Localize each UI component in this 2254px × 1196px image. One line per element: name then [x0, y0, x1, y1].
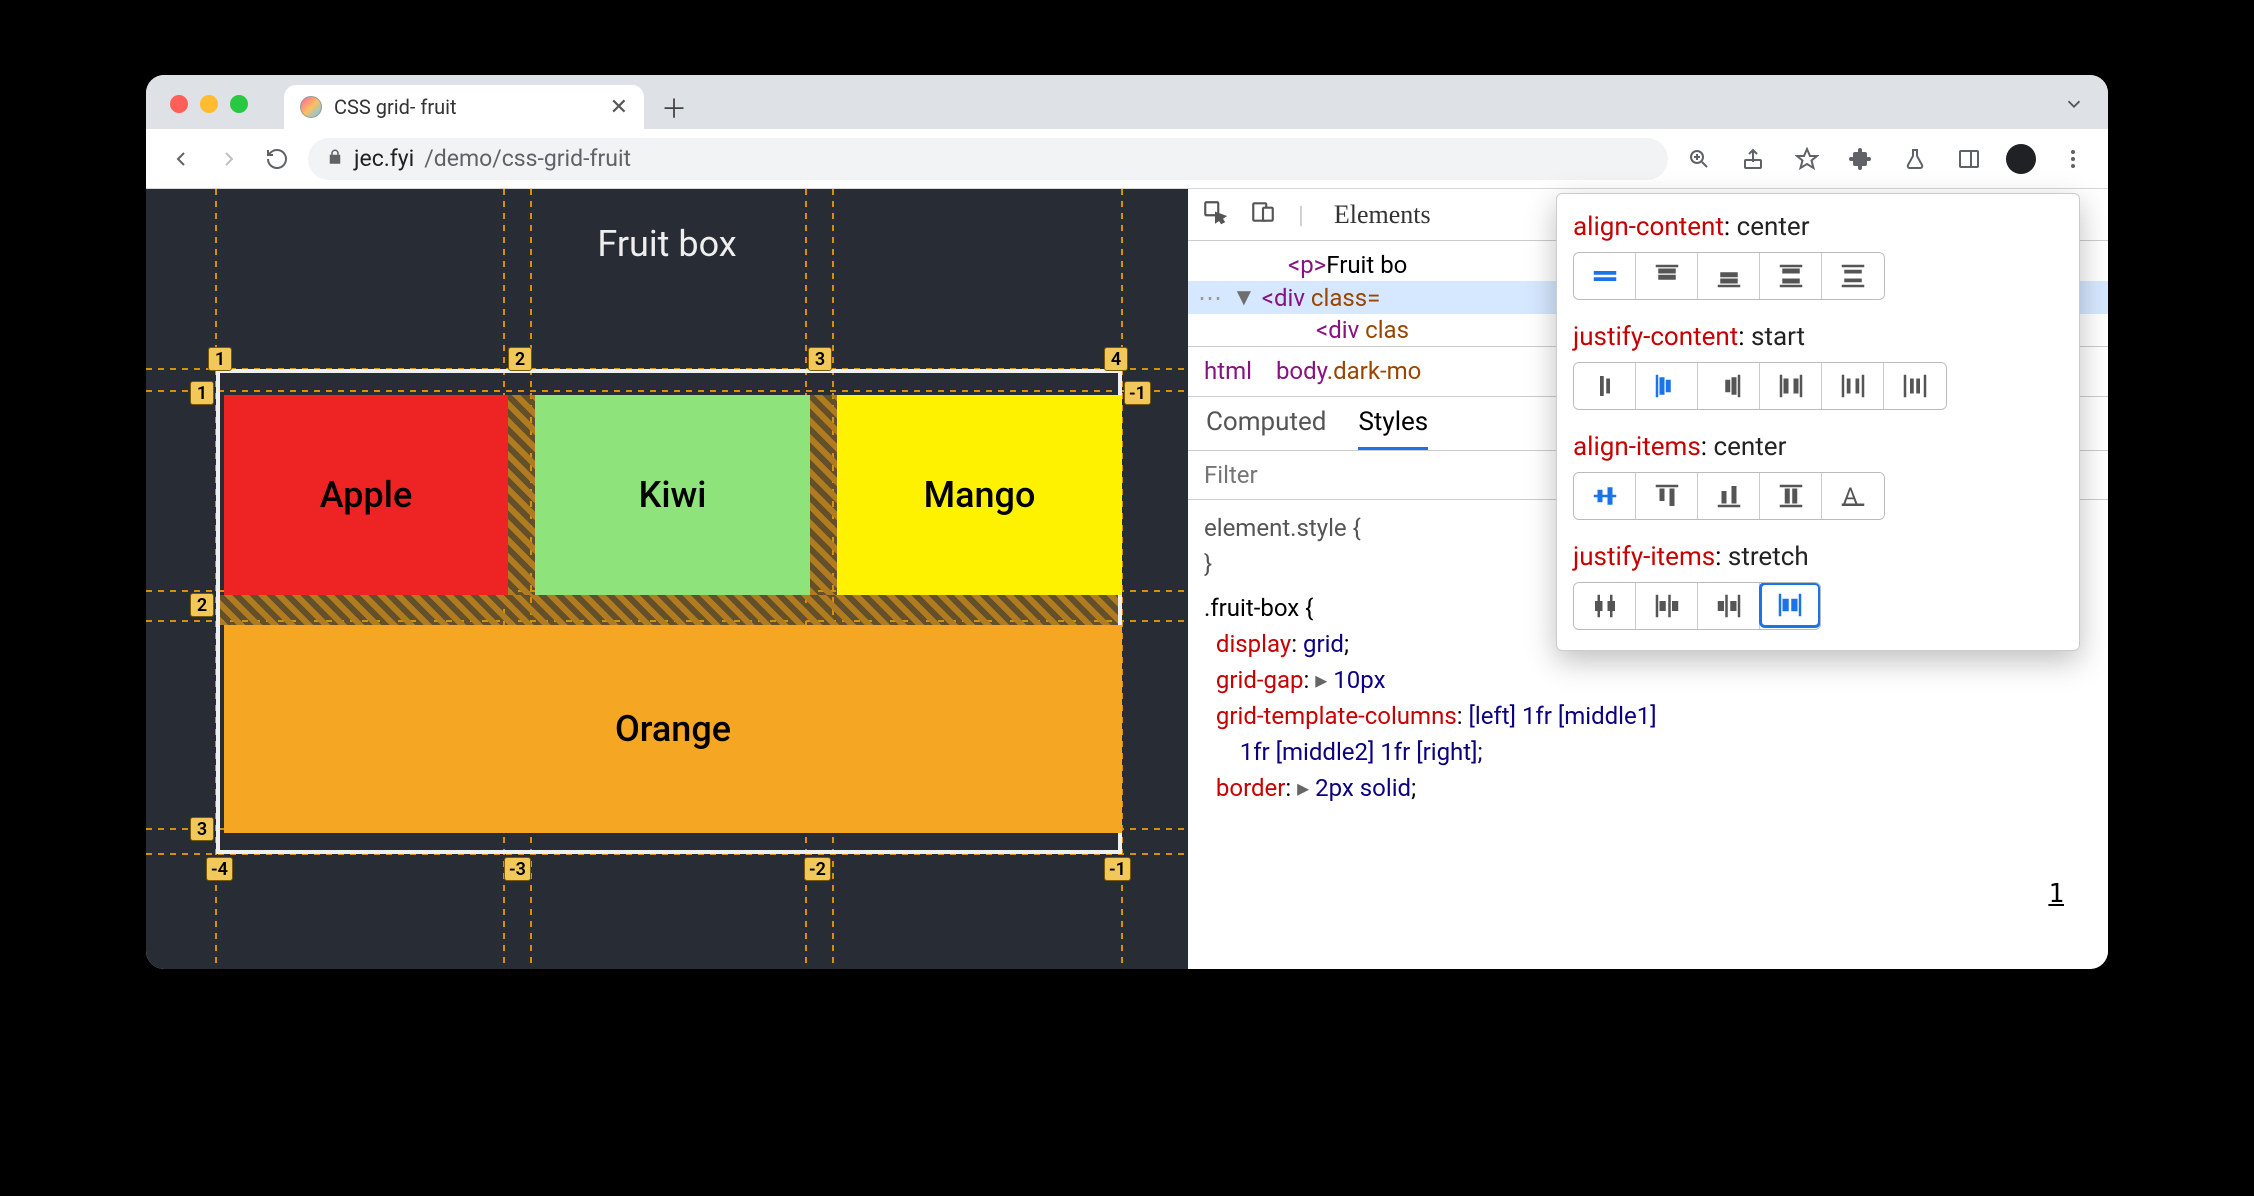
bookmark-star-icon[interactable] — [1790, 142, 1824, 176]
grid-alignment-editor-popup: align-content: center justify-content: s… — [1556, 193, 2080, 651]
kebab-menu-icon[interactable] — [2056, 142, 2090, 176]
devtools-panel: | Elements <p>Fruit bo ⋯ ▼ <div class= <… — [1188, 189, 2108, 969]
forward-button[interactable] — [212, 142, 246, 176]
justify-content-center-button[interactable] — [1574, 363, 1636, 409]
align-content-group: align-content: center — [1573, 212, 2063, 300]
maximize-window-button[interactable] — [230, 95, 248, 113]
justify-items-center-button[interactable] — [1574, 583, 1636, 629]
window-traffic-lights — [170, 95, 248, 113]
chevron-down-icon[interactable] — [2054, 89, 2094, 119]
grid-row-label: 2 — [190, 593, 214, 617]
url-path: /demo/css-grid-fruit — [424, 145, 631, 172]
address-bar[interactable]: jec.fyi/demo/css-grid-fruit — [308, 138, 1668, 180]
align-content-end-button[interactable] — [1698, 253, 1760, 299]
align-items-group: align-items: center A — [1573, 432, 2063, 520]
justify-items-group: justify-items: stretch — [1573, 542, 2063, 630]
align-content-space-between-button[interactable] — [1760, 253, 1822, 299]
favicon-icon — [300, 96, 322, 118]
grid-row-label: 1 — [190, 381, 214, 405]
justify-content-space-evenly-button[interactable] — [1884, 363, 1946, 409]
content-area: Fruit box — [146, 189, 2108, 969]
browser-tab[interactable]: CSS grid- fruit ✕ — [284, 85, 644, 129]
grid-gap — [810, 395, 837, 595]
tab-title: CSS grid- fruit — [334, 95, 457, 119]
grid-cell-kiwi: Kiwi — [535, 395, 810, 595]
back-button[interactable] — [164, 142, 198, 176]
tab-computed[interactable]: Computed — [1206, 407, 1326, 450]
align-content-center-button[interactable] — [1574, 253, 1636, 299]
labs-icon[interactable] — [1898, 142, 1932, 176]
toolbar-right-controls — [1682, 142, 2090, 176]
tab-strip: CSS grid- fruit ✕ ＋ — [146, 75, 2108, 129]
justify-content-group: justify-content: start — [1573, 322, 2063, 410]
justify-items-stretch-button[interactable] — [1759, 582, 1821, 628]
justify-content-end-button[interactable] — [1698, 363, 1760, 409]
grid-col-label: 4 — [1104, 347, 1128, 371]
justify-content-start-button[interactable] — [1636, 363, 1698, 409]
tab-styles[interactable]: Styles — [1358, 407, 1428, 450]
browser-toolbar: jec.fyi/demo/css-grid-fruit — [146, 129, 2108, 189]
page-viewport: Fruit box — [146, 189, 1188, 969]
device-toggle-icon[interactable] — [1250, 199, 1276, 231]
justify-content-space-between-button[interactable] — [1760, 363, 1822, 409]
page-heading: Fruit box — [146, 189, 1188, 265]
url-host: jec.fyi — [354, 145, 414, 172]
zoom-icon[interactable] — [1682, 142, 1716, 176]
grid-row-label-neg: -1 — [1124, 381, 1151, 405]
align-items-start-button[interactable] — [1636, 473, 1698, 519]
grid-gap — [508, 395, 535, 595]
grid-col-label: 1 — [208, 347, 232, 371]
grid-col-label-neg: -1 — [1104, 857, 1131, 881]
reload-button[interactable] — [260, 142, 294, 176]
grid-col-label: 2 — [508, 347, 532, 371]
align-items-stretch-button[interactable] — [1760, 473, 1822, 519]
new-tab-button[interactable]: ＋ — [656, 89, 692, 125]
grid-cell-apple: Apple — [224, 395, 508, 595]
grid-col-label-neg: -4 — [206, 857, 233, 881]
minimize-window-button[interactable] — [200, 95, 218, 113]
justify-items-start-button[interactable] — [1636, 583, 1698, 629]
devtools-tab-elements[interactable]: Elements — [1326, 200, 1439, 230]
align-content-start-button[interactable] — [1636, 253, 1698, 299]
fruit-box-grid: Apple Kiwi Mango Orange — [216, 369, 1122, 854]
profile-avatar[interactable] — [2006, 144, 2036, 174]
grid-cell-mango: Mango — [837, 395, 1122, 595]
grid-row-label: 3 — [190, 817, 214, 841]
grid-col-label-neg: -3 — [504, 857, 531, 881]
align-items-center-button[interactable] — [1574, 473, 1636, 519]
grid-gap — [220, 595, 1118, 625]
grid-cell-orange: Orange — [224, 625, 1122, 833]
justify-content-space-around-button[interactable] — [1822, 363, 1884, 409]
grid-col-label-neg: -2 — [804, 857, 831, 881]
align-items-baseline-button[interactable]: A — [1822, 473, 1884, 519]
side-panel-icon[interactable] — [1952, 142, 1986, 176]
inspect-element-icon[interactable] — [1202, 199, 1228, 231]
source-link[interactable]: 1 — [2048, 879, 2064, 909]
grid-col-label: 3 — [808, 347, 832, 371]
justify-items-end-button[interactable] — [1698, 583, 1760, 629]
browser-window: CSS grid- fruit ✕ ＋ jec.fyi/demo/css-gri… — [146, 75, 2108, 969]
align-items-end-button[interactable] — [1698, 473, 1760, 519]
close-window-button[interactable] — [170, 95, 188, 113]
share-icon[interactable] — [1736, 142, 1770, 176]
close-tab-icon[interactable]: ✕ — [610, 95, 628, 120]
lock-icon — [326, 145, 344, 172]
align-content-space-around-button[interactable] — [1822, 253, 1884, 299]
extensions-icon[interactable] — [1844, 142, 1878, 176]
